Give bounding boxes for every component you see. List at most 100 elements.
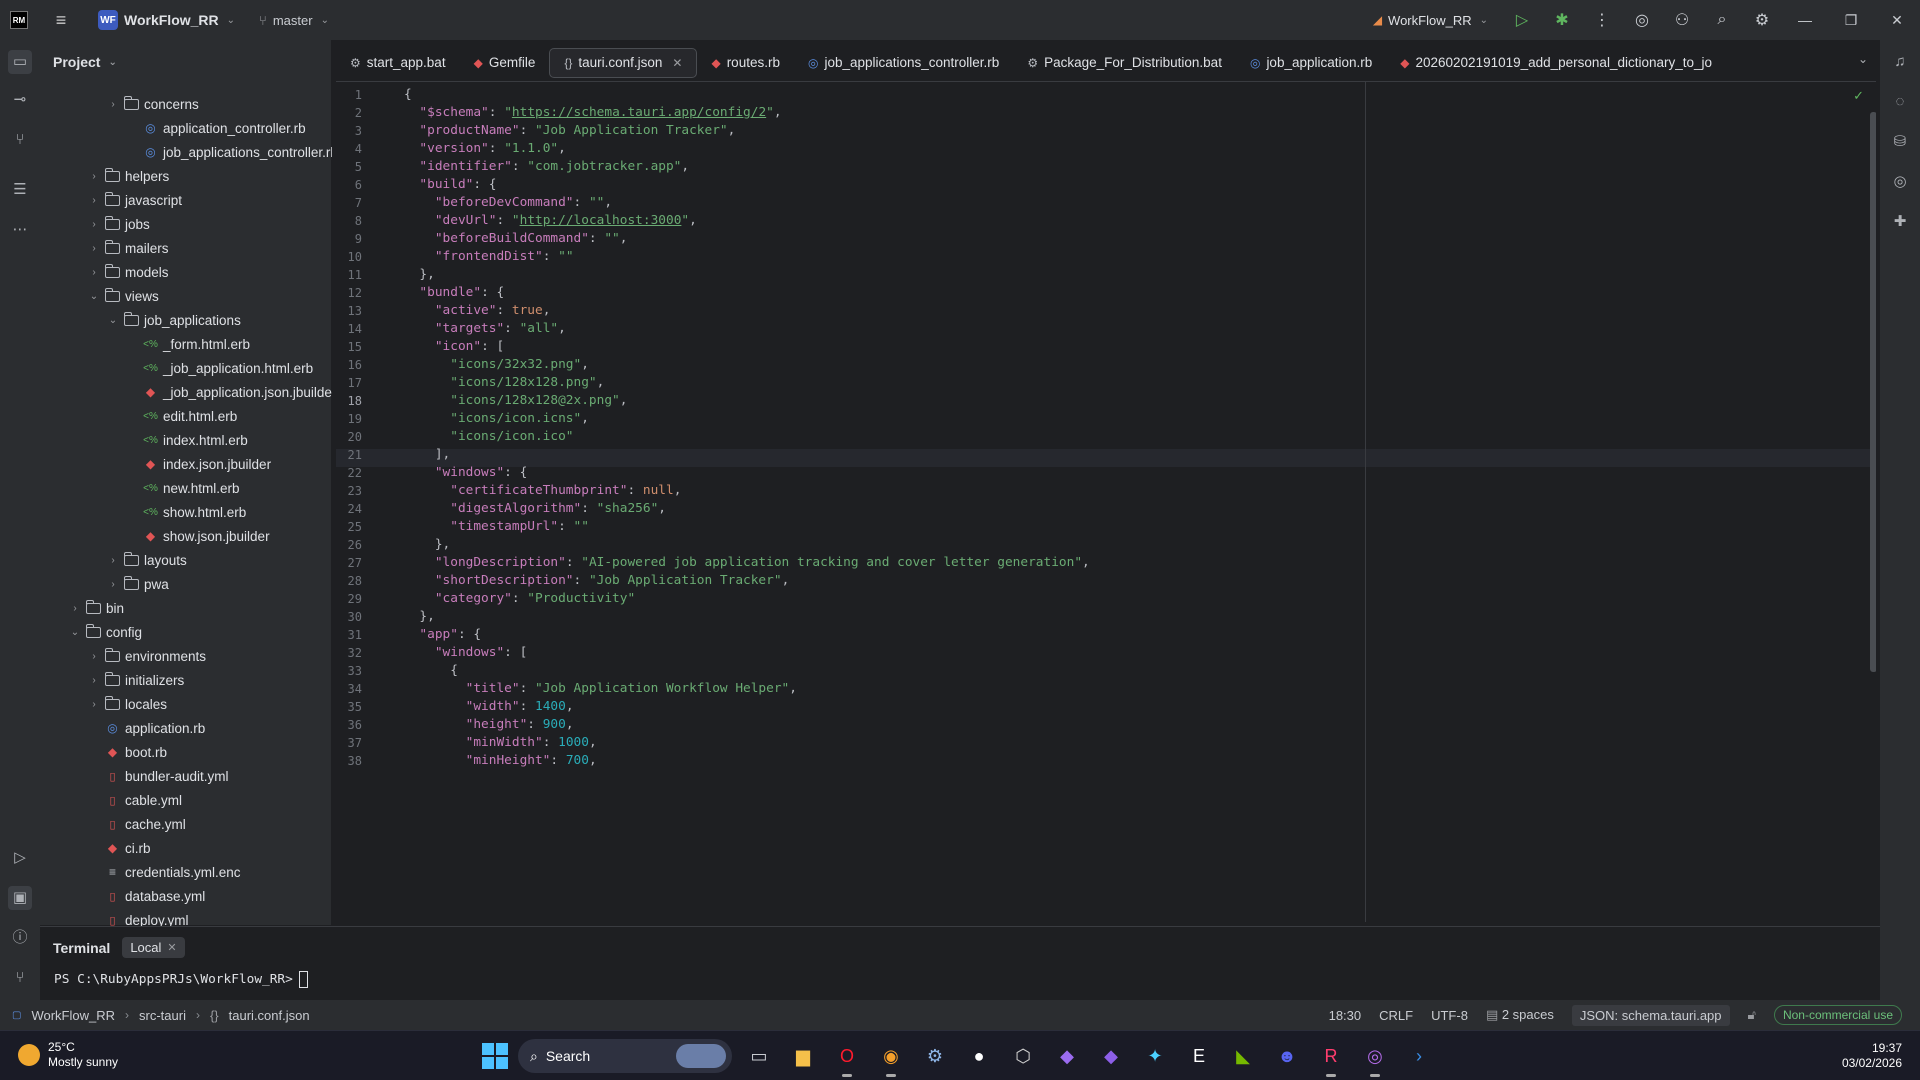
code-line[interactable]: { <box>404 663 458 678</box>
tree-file[interactable]: <% index.html.erb <box>125 428 248 452</box>
code-line[interactable]: "frontendDist": "" <box>404 249 574 264</box>
code-line[interactable]: "title": "Job Application Workflow Helpe… <box>404 681 797 696</box>
chevron-right-icon[interactable]: › <box>87 651 101 662</box>
ai-assistant-icon[interactable]: ◎ <box>1888 170 1912 194</box>
terminal-tab-local[interactable]: Local ✕ <box>122 937 185 958</box>
breadcrumb-item[interactable]: WorkFlow_RR <box>31 1008 115 1023</box>
code-line[interactable]: "windows": { <box>404 465 527 480</box>
start-button[interactable] <box>482 1043 508 1069</box>
opera-icon[interactable]: O <box>830 1039 864 1077</box>
caret-position[interactable]: 18:30 <box>1329 1008 1362 1023</box>
code-line[interactable]: "$schema": "https://schema.tauri.app/con… <box>404 105 781 120</box>
code-line[interactable]: ], <box>404 447 450 462</box>
tree-file[interactable]: <% new.html.erb <box>125 476 239 500</box>
chevron-right-icon[interactable]: › <box>87 267 101 278</box>
editor-tab[interactable]: ◎ job_applications_controller.rb <box>794 48 1013 78</box>
close-window-button[interactable]: ✕ <box>1874 12 1920 29</box>
app-purple-icon[interactable]: ◎ <box>1358 1039 1392 1077</box>
tree-file[interactable]: ≡ credentials.yml.enc <box>87 860 241 884</box>
code-line[interactable]: }, <box>404 609 434 624</box>
tree-folder[interactable]: › models <box>87 260 169 284</box>
pull-requests-icon[interactable]: ⑂ <box>8 128 32 152</box>
chevron-right-icon[interactable]: › <box>87 675 101 686</box>
code-line[interactable]: "build": { <box>404 177 496 192</box>
tree-file[interactable]: ◆ _job_application.json.jbuilder <box>125 380 332 404</box>
code-line[interactable]: "width": 1400, <box>404 699 574 714</box>
database-icon[interactable]: ⛁ <box>1888 130 1912 154</box>
settings-gear-icon[interactable]: ⚙ <box>1742 10 1782 30</box>
code-line[interactable]: "height": 900, <box>404 717 574 732</box>
cursor-app-icon[interactable]: ✦ <box>1138 1039 1172 1073</box>
no-problems-check-icon[interactable]: ✓ <box>1853 88 1864 104</box>
line-ending[interactable]: CRLF <box>1379 1008 1413 1023</box>
code-line[interactable]: "beforeBuildCommand": "", <box>404 231 628 246</box>
editor-tab[interactable]: ⚙ start_app.bat <box>336 48 460 78</box>
task-view-icon[interactable]: ▭ <box>742 1039 776 1073</box>
tree-file[interactable]: ◎ job_applications_controller.rb <box>125 140 332 164</box>
chevron-right-icon[interactable]: › <box>68 603 82 614</box>
code-line[interactable]: "targets": "all", <box>404 321 566 336</box>
chevron-right-icon[interactable]: › <box>87 699 101 710</box>
chevron-right-icon[interactable]: › <box>106 579 120 590</box>
code-line[interactable]: "minWidth": 1000, <box>404 735 597 750</box>
epic-games-icon[interactable]: E <box>1182 1039 1216 1073</box>
tree-folder[interactable]: › layouts <box>106 548 187 572</box>
file-explorer-icon[interactable]: ▆ <box>786 1039 820 1073</box>
editor-vertical-scrollbar[interactable] <box>1870 112 1876 672</box>
code-line[interactable]: "icons/32x32.png", <box>404 357 589 372</box>
editor-tab[interactable]: ◆ 20260202191019_add_personal_dictionary_… <box>1386 48 1726 78</box>
terminal-prompt-line[interactable]: PS C:\RubyAppsPRJs\WorkFlow_RR> <box>54 971 308 988</box>
code-line[interactable]: "certificateThumbprint": null, <box>404 483 681 498</box>
tree-file[interactable]: ◎ application.rb <box>87 716 205 740</box>
tree-folder[interactable]: › concerns <box>106 92 199 116</box>
editor-tab[interactable]: ◆ routes.rb <box>697 48 794 78</box>
chevron-right-icon[interactable]: › <box>87 195 101 206</box>
code-editor[interactable]: 1{2 "$schema": "https://schema.tauri.app… <box>336 82 1876 922</box>
more-actions-icon[interactable]: ⋮ <box>1582 10 1622 30</box>
commit-icon[interactable]: ⊸ <box>8 88 32 112</box>
chevron-down-icon[interactable]: ⌄ <box>1858 52 1868 66</box>
code-line[interactable]: "category": "Productivity" <box>404 591 635 606</box>
project-selector[interactable]: WF WorkFlow_RR ⌄ <box>92 6 241 34</box>
problems-icon[interactable]: ⓘ <box>8 926 32 950</box>
taskbar-search[interactable]: ⌕ Search <box>518 1039 732 1073</box>
tree-file[interactable]: <% _job_application.html.erb <box>125 356 313 380</box>
plugins-icon[interactable]: ✚ <box>1888 210 1912 234</box>
code-line[interactable]: "shortDescription": "Job Application Tra… <box>404 573 789 588</box>
license-badge[interactable]: Non-commercial use <box>1773 1005 1902 1025</box>
project-tool-icon[interactable]: ▭ <box>8 50 32 74</box>
tree-folder[interactable]: › mailers <box>87 236 169 260</box>
tree-folder[interactable]: › jobs <box>87 212 150 236</box>
code-line[interactable]: "app": { <box>404 627 481 642</box>
tree-file[interactable]: ◆ show.json.jbuilder <box>125 524 270 548</box>
tree-file[interactable]: ▯ bundler-audit.yml <box>87 764 228 788</box>
code-line[interactable]: "identifier": "com.jobtracker.app", <box>404 159 689 174</box>
visual-studio-preview-icon[interactable]: ◆ <box>1050 1039 1084 1073</box>
tree-file[interactable]: ▯ database.yml <box>87 884 205 908</box>
chevron-right-icon[interactable]: › <box>87 171 101 182</box>
code-line[interactable]: "active": true, <box>404 303 551 318</box>
nvidia-icon[interactable]: ◣ <box>1226 1039 1260 1073</box>
code-line[interactable]: "timestampUrl": "" <box>404 519 589 534</box>
code-line[interactable]: }, <box>404 267 434 282</box>
breadcrumb-item[interactable]: src-tauri <box>139 1008 186 1023</box>
search-icon[interactable]: ⌕ <box>1702 11 1742 29</box>
tree-file[interactable]: ▯ cache.yml <box>87 812 185 836</box>
tree-folder[interactable]: › initializers <box>87 668 184 692</box>
editor-tab[interactable]: ◆ Gemfile <box>460 48 550 78</box>
tree-file[interactable]: <% show.html.erb <box>125 500 246 524</box>
tree-file[interactable]: ▯ cable.yml <box>87 788 182 812</box>
more-tools-icon[interactable]: ⋯ <box>8 218 32 242</box>
tree-file[interactable]: ◆ index.json.jbuilder <box>125 452 271 476</box>
main-menu-icon[interactable]: ≡ <box>50 10 72 31</box>
app-orange-icon[interactable]: ◉ <box>874 1039 908 1077</box>
run-configuration-selector[interactable]: ◢ WorkFlow_RR ⌄ <box>1373 13 1488 28</box>
minimize-button[interactable]: — <box>1782 12 1828 28</box>
restore-button[interactable]: ❐ <box>1828 12 1874 29</box>
breadcrumb-item[interactable]: tauri.conf.json <box>229 1008 310 1023</box>
chevron-down-icon[interactable]: ⌄ <box>106 315 120 326</box>
visual-studio-icon[interactable]: ◆ <box>1094 1039 1128 1073</box>
github-icon[interactable]: ● <box>962 1039 996 1073</box>
project-panel-header[interactable]: Project ⌄ <box>40 40 331 84</box>
read-only-toggle-icon[interactable]: 🔓︎ <box>1748 1007 1756 1023</box>
